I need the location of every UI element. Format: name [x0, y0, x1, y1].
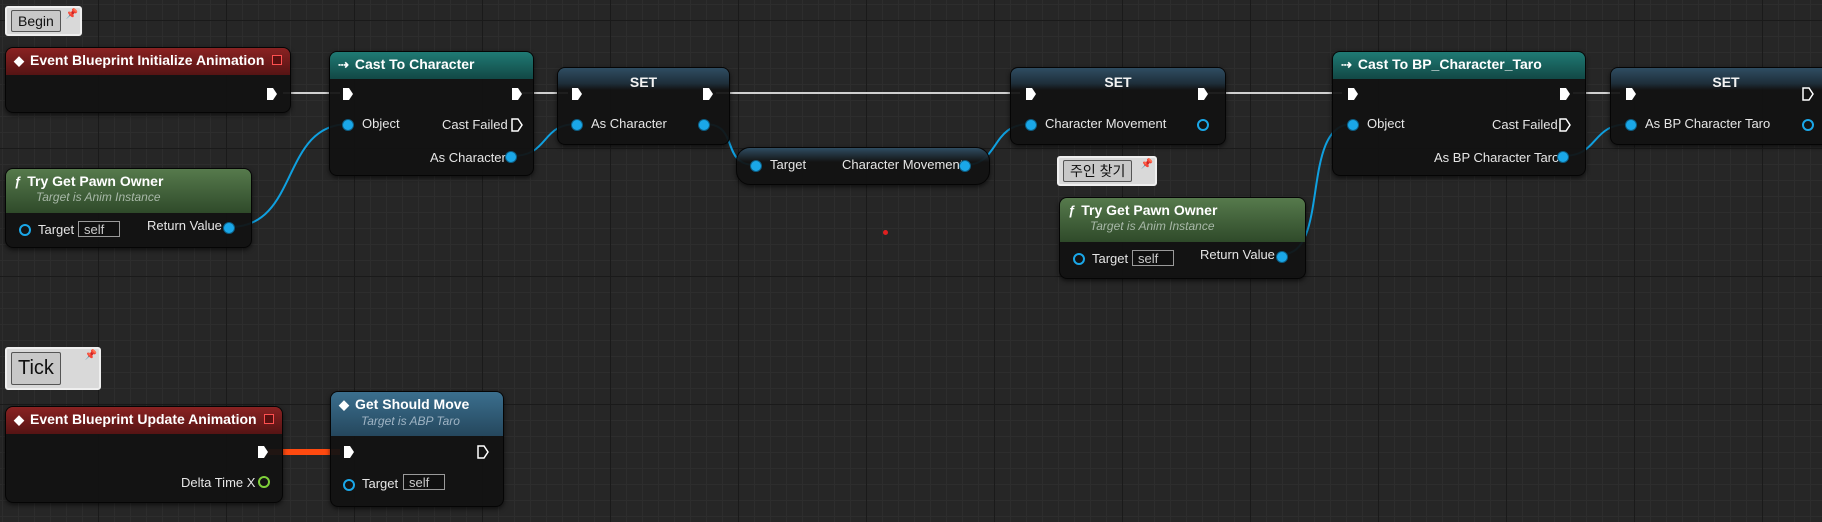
delta-time-label: Delta Time X — [181, 475, 256, 490]
as-character-label: As Character — [430, 150, 506, 165]
target-label: Target — [1092, 251, 1129, 266]
as-bp-character-taro-label: As BP Character Taro — [1434, 150, 1560, 165]
event-update-animation-node[interactable]: ◆ Event Blueprint Update Animation Delta … — [5, 406, 283, 503]
character-movement-out-pin[interactable] — [1197, 119, 1209, 131]
set-as-bp-character-taro-node[interactable]: SET As BP Character Taro — [1610, 67, 1822, 145]
exec-in-pin[interactable] — [1625, 87, 1637, 101]
return-value-pin[interactable] — [1276, 251, 1288, 263]
object-label: Object — [1367, 116, 1405, 131]
pin-comment-icon[interactable]: 📌 — [85, 350, 97, 361]
cast-arrow-icon: ⇢ — [1341, 57, 1352, 72]
target-self-input[interactable]: self — [78, 221, 120, 237]
pin-comment-icon[interactable]: 📌 — [1141, 159, 1153, 170]
breakpoint-dot — [883, 230, 888, 235]
exec-out-pin[interactable] — [1559, 87, 1571, 101]
try-get-pawn-owner-node[interactable]: ƒ Try Get Pawn Owner Target is Anim Insta… — [1059, 197, 1306, 279]
as-character-in-pin[interactable] — [571, 119, 583, 131]
target-pin[interactable] — [750, 160, 762, 172]
return-value-pin[interactable] — [223, 222, 235, 234]
set-as-character-node[interactable]: SET As Character — [557, 67, 730, 145]
return-value-label: Return Value — [1200, 247, 1275, 262]
node-title: Get Should Move — [355, 396, 470, 412]
as-bp-character-taro-pin[interactable] — [1557, 151, 1569, 163]
exec-in-pin[interactable] — [1025, 87, 1037, 101]
exec-out-pin[interactable] — [266, 87, 278, 101]
target-self-input[interactable]: self — [1132, 250, 1174, 266]
comment-text: Tick — [11, 352, 61, 385]
event-diamond-icon: ◆ — [14, 412, 24, 427]
node-title: SET — [1611, 68, 1822, 90]
node-subtitle: Target is ABP Taro — [361, 414, 460, 428]
exec-out-pin[interactable] — [257, 445, 269, 459]
function-diamond-icon: ◆ — [339, 397, 349, 412]
target-label: Target — [770, 157, 807, 172]
object-label: Object — [362, 116, 400, 131]
cast-failed-exec-pin[interactable] — [1559, 118, 1571, 132]
cast-failed-exec-pin[interactable] — [511, 118, 523, 132]
stop-icon[interactable] — [264, 414, 274, 424]
node-title: Cast To Character — [354, 56, 475, 72]
target-self-input[interactable]: self — [403, 474, 445, 490]
target-pin[interactable] — [19, 224, 31, 236]
cast-to-bp-character-taro-node[interactable]: ⇢ Cast To BP_Character_Taro Object Cast F… — [1332, 51, 1586, 176]
node-title: Try Get Pawn Owner — [1081, 202, 1218, 218]
character-movement-in-pin[interactable] — [1025, 119, 1037, 131]
comment-tick[interactable]: Tick 📌 — [5, 347, 101, 390]
exec-out-pin[interactable] — [511, 87, 523, 101]
comment-text: 주인 찾기 — [1063, 160, 1133, 182]
stop-icon[interactable] — [272, 55, 282, 65]
as-character-out-pin[interactable] — [698, 119, 710, 131]
node-title: Event Blueprint Initialize Animation — [30, 52, 265, 68]
try-get-pawn-owner-node[interactable]: ƒ Try Get Pawn Owner Target is Anim Insta… — [5, 168, 252, 248]
event-initialize-animation-node[interactable]: ◆ Event Blueprint Initialize Animation — [5, 47, 291, 113]
cast-failed-label: Cast Failed — [442, 117, 508, 132]
cast-to-character-node[interactable]: ⇢ Cast To Character Object Cast Failed As… — [329, 51, 534, 176]
exec-in-pin[interactable] — [343, 445, 355, 459]
as-bp-character-taro-label: As BP Character Taro — [1645, 116, 1771, 131]
get-should-move-node[interactable]: ◆ Get Should Move Target is ABP Taro Targ… — [330, 391, 504, 507]
comment-begin[interactable]: Begin 📌 — [5, 6, 82, 36]
target-pin[interactable] — [343, 479, 355, 491]
exec-out-pin[interactable] — [477, 445, 489, 459]
get-character-movement-node[interactable]: Target Character Movement — [736, 147, 990, 185]
character-movement-label: Character Movement — [842, 157, 964, 172]
target-label: Target — [38, 222, 75, 237]
node-title: Try Get Pawn Owner — [27, 173, 164, 189]
node-subtitle: Target is Anim Instance — [36, 190, 161, 204]
cast-failed-label: Cast Failed — [1492, 117, 1558, 132]
object-pin[interactable] — [342, 119, 354, 131]
exec-in-pin[interactable] — [571, 87, 583, 101]
pin-comment-icon[interactable]: 📌 — [66, 9, 78, 20]
delta-time-pin[interactable] — [258, 476, 270, 488]
node-title: Event Blueprint Update Animation — [30, 411, 257, 427]
exec-out-pin[interactable] — [1197, 87, 1209, 101]
comment-text: Begin — [11, 10, 61, 32]
character-movement-pin[interactable] — [959, 160, 971, 172]
exec-out-pin[interactable] — [1802, 87, 1814, 101]
cast-arrow-icon: ⇢ — [338, 57, 349, 72]
node-title: SET — [1011, 68, 1225, 90]
node-title: Cast To BP_Character_Taro — [1357, 56, 1542, 72]
target-label: Target — [362, 476, 399, 491]
exec-in-pin[interactable] — [342, 87, 354, 101]
exec-out-pin[interactable] — [702, 87, 714, 101]
comment-find-owner[interactable]: 주인 찾기 📌 — [1057, 156, 1157, 186]
as-character-label: As Character — [591, 116, 667, 131]
target-pin[interactable] — [1073, 253, 1085, 265]
as-bp-character-taro-out-pin[interactable] — [1802, 119, 1814, 131]
function-f-icon: ƒ — [14, 174, 22, 189]
event-diamond-icon: ◆ — [14, 53, 24, 68]
function-f-icon: ƒ — [1068, 203, 1076, 218]
object-pin[interactable] — [1347, 119, 1359, 131]
as-character-pin[interactable] — [505, 151, 517, 163]
node-subtitle: Target is Anim Instance — [1090, 219, 1215, 233]
exec-in-pin[interactable] — [1347, 87, 1359, 101]
set-character-movement-node[interactable]: SET Character Movement — [1010, 67, 1226, 145]
as-bp-character-taro-in-pin[interactable] — [1625, 119, 1637, 131]
return-value-label: Return Value — [147, 218, 222, 233]
character-movement-label: Character Movement — [1045, 116, 1167, 131]
